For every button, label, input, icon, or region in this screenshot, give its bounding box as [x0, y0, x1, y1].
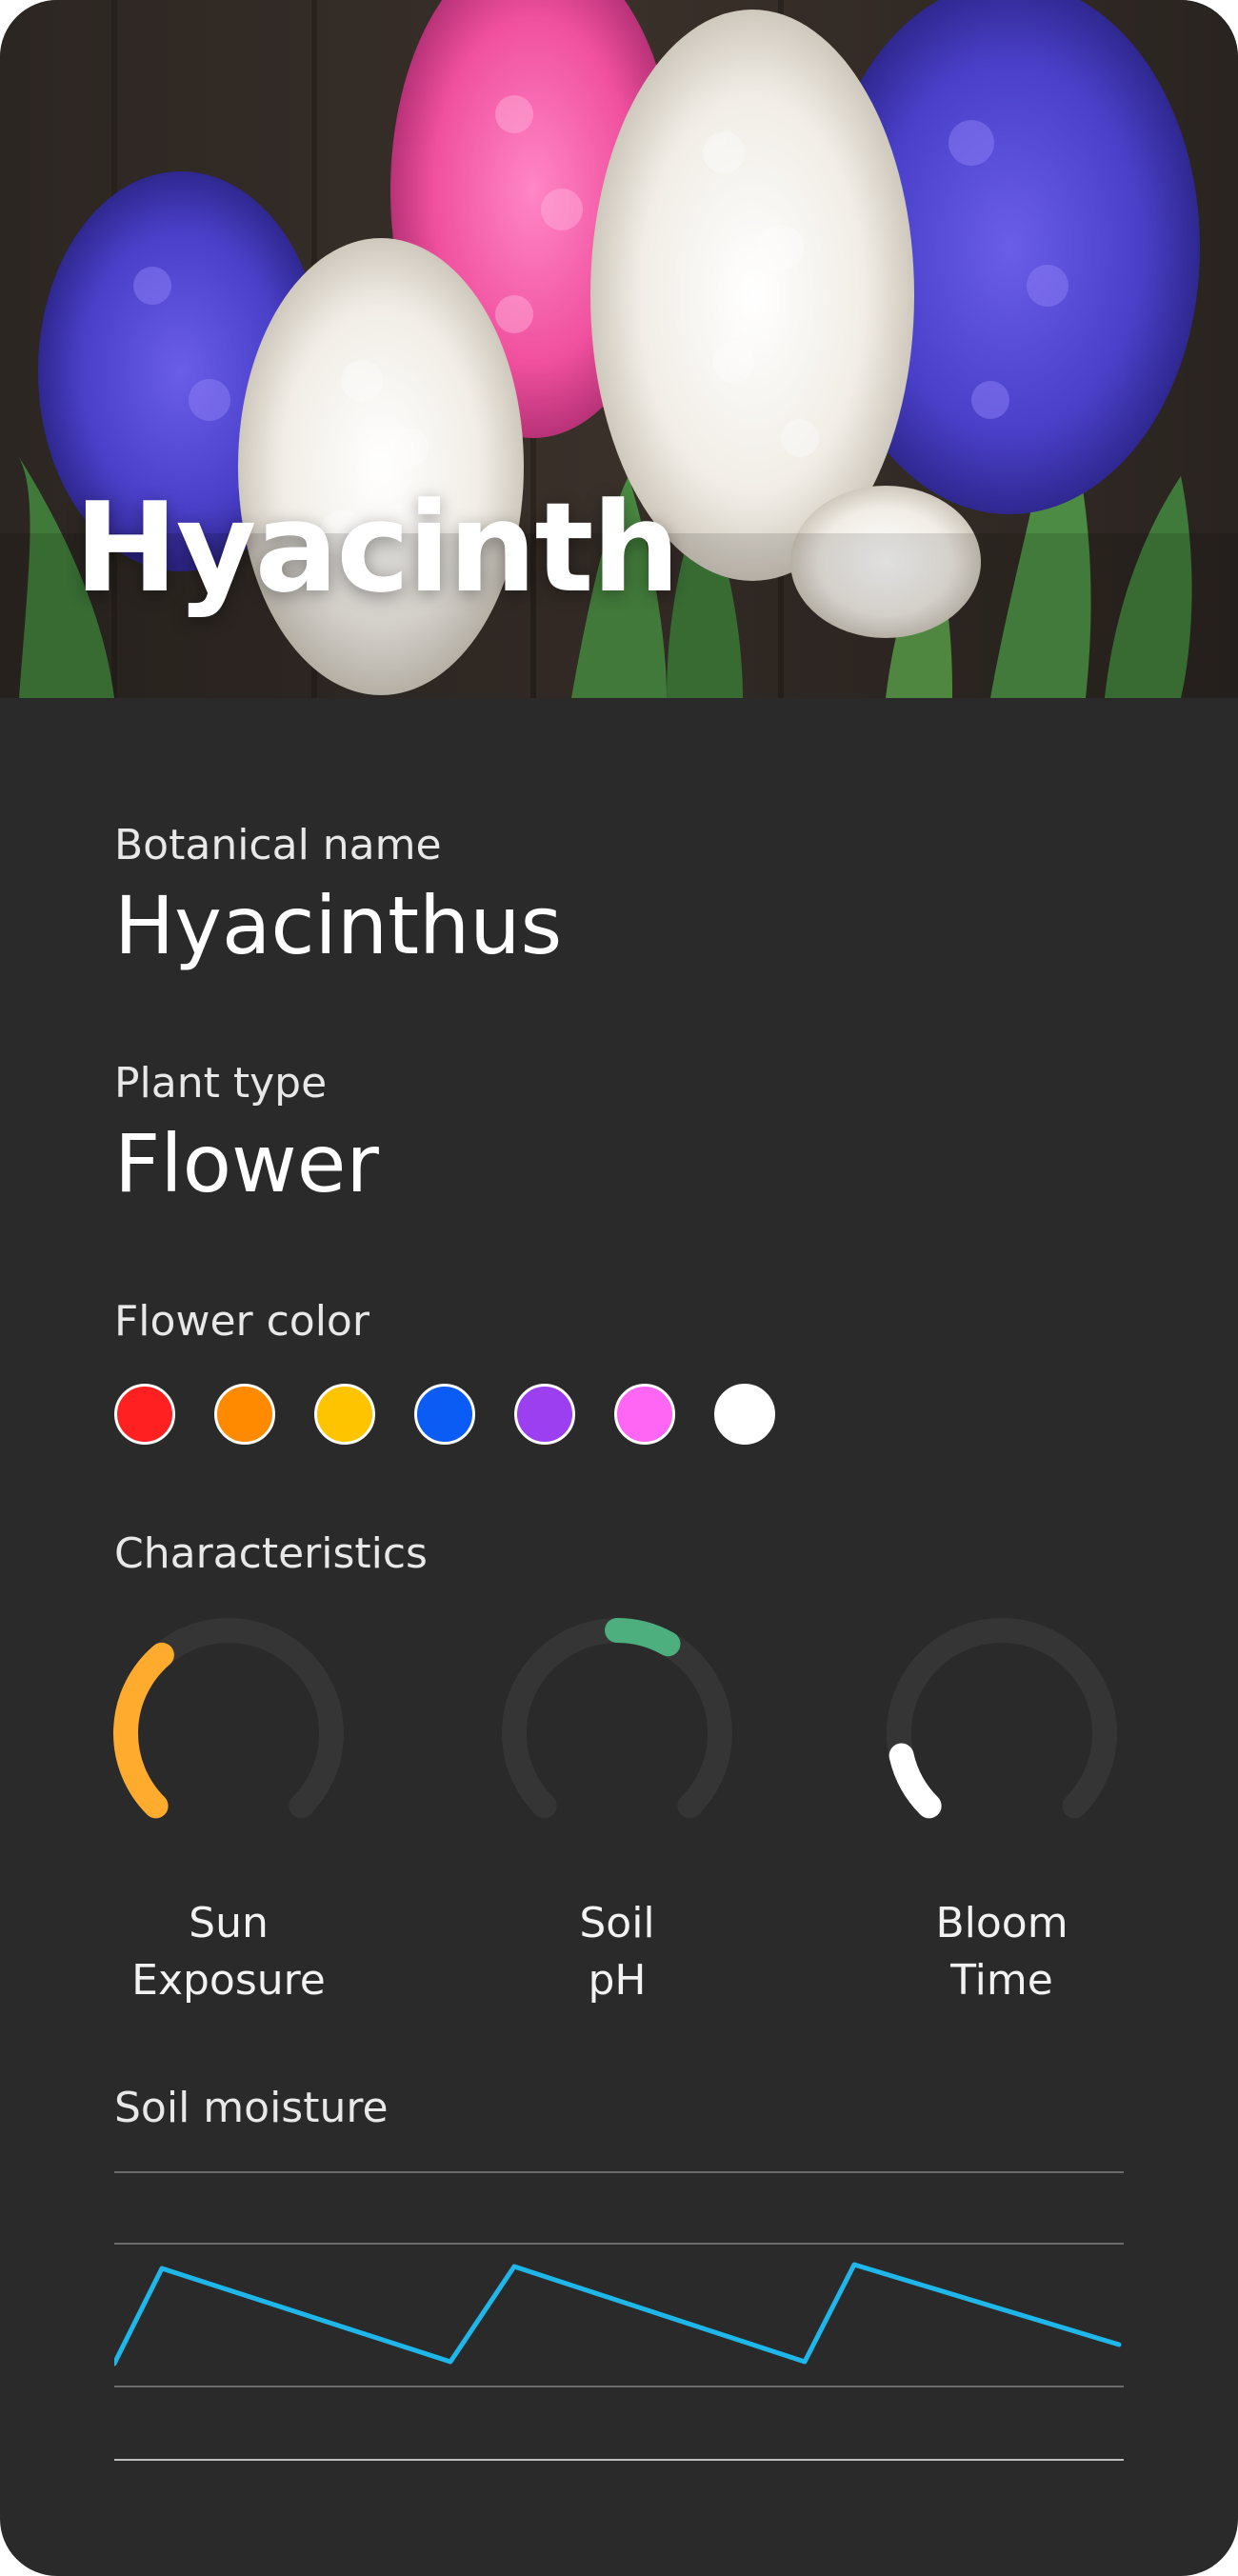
gauge-track — [887, 1618, 1117, 1819]
gauge-fill — [889, 1743, 942, 1819]
gauge-track — [502, 1618, 732, 1819]
soil-ph-label: Soil pH — [493, 1895, 741, 2009]
sun-exposure-gauge — [113, 1618, 344, 1819]
sun-exposure-label-line1: Sun — [189, 1899, 269, 1947]
bloom-time-label-line2: Time — [950, 1956, 1053, 2005]
color-swatch-5[interactable] — [514, 1384, 575, 1445]
plant-type-label: Plant type — [114, 1059, 328, 1108]
color-swatch-1[interactable] — [114, 1384, 175, 1445]
soil-ph-label-line1: Soil — [579, 1899, 655, 1947]
botanical-name-value: Hyacinthus — [114, 879, 563, 972]
hero-image: Hyacinth — [0, 0, 1238, 698]
soil-ph-label-line2: pH — [588, 1956, 647, 2005]
flower-color-label: Flower color — [114, 1297, 369, 1346]
bloom-time-gauge — [887, 1618, 1117, 1819]
gauge-fill — [605, 1618, 681, 1657]
botanical-name-label: Botanical name — [114, 821, 442, 869]
plant-title: Hyacinth — [74, 475, 680, 620]
sun-exposure-label-line2: Exposure — [131, 1956, 326, 2005]
bloom-time-label-line1: Bloom — [935, 1899, 1068, 1947]
color-swatch-6[interactable] — [614, 1384, 675, 1445]
gauge-fill — [113, 1642, 174, 1819]
color-swatch-2[interactable] — [214, 1384, 275, 1445]
moisture-line — [114, 2262, 1122, 2366]
soil-moisture-label: Soil moisture — [114, 2084, 389, 2132]
color-swatch-7[interactable] — [714, 1384, 775, 1445]
plant-type-value: Flower — [114, 1117, 379, 1210]
characteristics-label: Characteristics — [114, 1529, 428, 1578]
color-swatch-4[interactable] — [414, 1384, 475, 1445]
sun-exposure-label: Sun Exposure — [105, 1895, 352, 2009]
bloom-time-label: Bloom Time — [878, 1895, 1126, 2009]
soil-ph-gauge — [502, 1618, 732, 1819]
soil-moisture-chart — [114, 2171, 1124, 2461]
color-swatch-3[interactable] — [314, 1384, 375, 1445]
plant-card: Hyacinth Botanical name Hyacinthus Plant… — [0, 0, 1238, 2576]
flower-color-swatches — [114, 1384, 775, 1445]
